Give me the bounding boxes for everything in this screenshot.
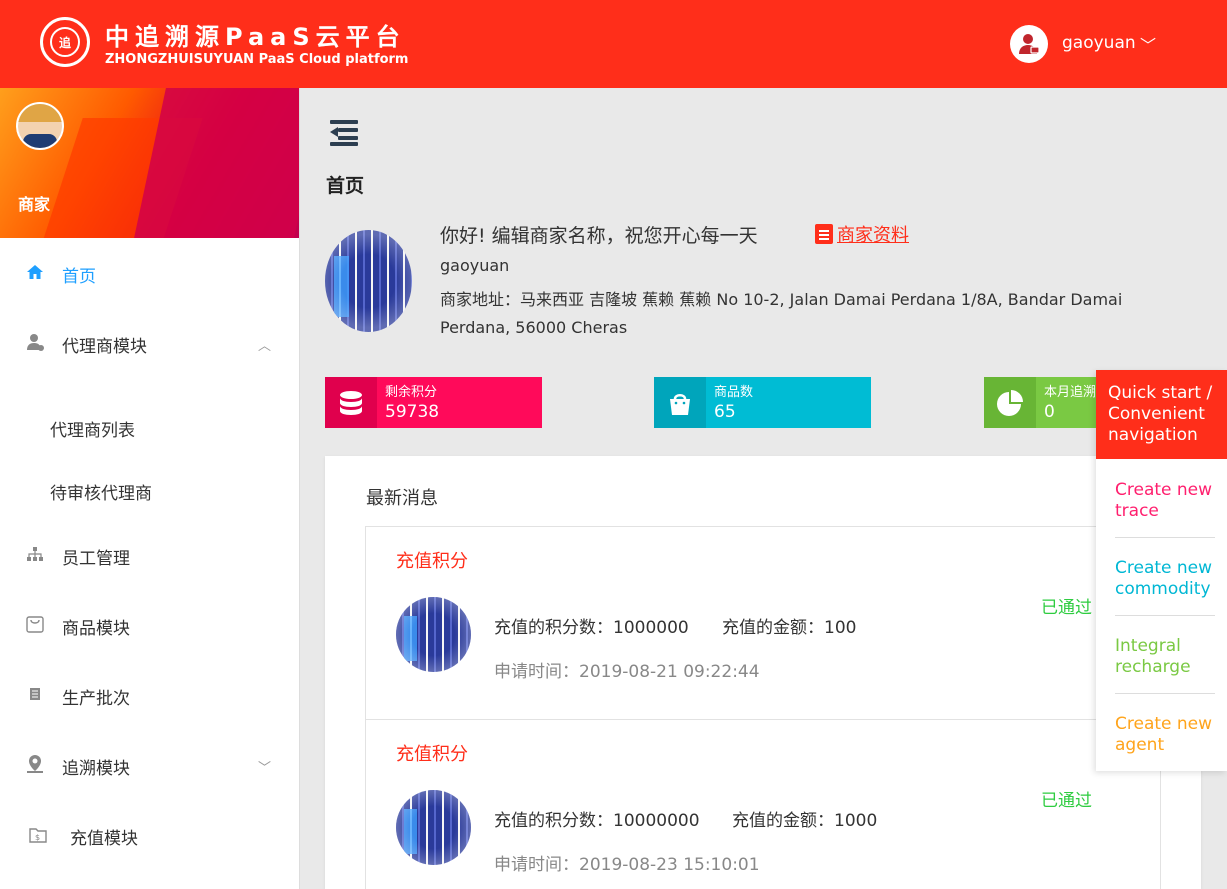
recharge-amount: 充值的金额：1000 — [732, 811, 878, 831]
news-title: 最新消息 — [366, 488, 438, 509]
shopping-bag-icon — [654, 377, 706, 428]
sidebar-item-label: 追溯模块 — [62, 758, 130, 779]
list-item[interactable]: 充值积分 充值的积分数：10000000 充值的金额：1000 申请时间：201… — [366, 720, 1160, 889]
stat-product-count[interactable]: 商品数 65 — [654, 377, 871, 428]
news-avatar — [396, 597, 471, 672]
username[interactable]: gaoyuan — [1062, 33, 1136, 53]
location-icon — [25, 754, 45, 778]
brand-title: 中追溯源PaaS云平台 — [105, 23, 406, 51]
user-icon — [1019, 34, 1040, 54]
divider — [1115, 615, 1215, 616]
sidebar-item-home[interactable]: 首页 — [0, 244, 299, 304]
wallet-icon: $ — [28, 824, 48, 848]
divider — [1115, 537, 1215, 538]
shopping-bag-icon — [25, 614, 45, 638]
org-chart-icon — [25, 545, 45, 567]
home-icon — [25, 263, 45, 285]
user-role: 商家 — [18, 195, 51, 214]
quick-create-agent-link[interactable]: Create new agent — [1115, 714, 1215, 756]
news-type: 充值积分 — [396, 551, 468, 572]
news-avatar — [396, 790, 471, 865]
sidebar-item-staff[interactable]: 员工管理 — [0, 526, 299, 586]
user-avatar-icon[interactable] — [1010, 25, 1048, 63]
merchant-name: gaoyuan — [440, 256, 510, 275]
sidebar-banner: 商家 — [0, 88, 299, 238]
sidebar-item-label: 充值模块 — [70, 828, 138, 849]
menu-collapse-icon[interactable] — [330, 120, 360, 146]
sidebar: 商家 首页 代理商模块 ︿ 代理商列表 待审核代理商 员工管理 商品模块 生产批… — [0, 88, 300, 889]
sidebar-item-products[interactable]: 商品模块 — [0, 596, 299, 656]
divider — [1115, 693, 1215, 694]
stat-remaining-points[interactable]: 剩余积分 59738 — [325, 377, 542, 428]
stat-value: 65 — [714, 402, 736, 422]
greeting-text: 你好! 编辑商家名称，祝您开心每一天 — [440, 225, 758, 247]
quick-create-trace-link[interactable]: Create new trace — [1115, 480, 1215, 522]
sidebar-subitem-agent-list[interactable]: 代理商列表 — [50, 416, 135, 441]
stat-label: 本月追溯 — [1044, 385, 1097, 400]
quick-nav-title: Quick start / Convenient navigation — [1096, 370, 1227, 459]
chevron-up-icon[interactable]: ︿ — [258, 335, 271, 354]
sidebar-item-label: 员工管理 — [62, 548, 130, 569]
pie-chart-icon — [984, 377, 1036, 428]
quick-nav-panel: Quick start / Convenient navigation Crea… — [1096, 370, 1227, 771]
merchant-profile-link[interactable]: 商家资料 — [815, 221, 909, 247]
recharge-amount: 充值的金额：100 — [722, 618, 857, 638]
apply-time: 申请时间：2019-08-23 15:10:01 — [494, 855, 760, 875]
sidebar-item-label: 首页 — [62, 266, 96, 287]
svg-text:$: $ — [35, 833, 40, 842]
logo-icon[interactable]: 追 — [40, 17, 90, 67]
stat-value: 0 — [1044, 402, 1055, 422]
news-list: 充值积分 充值的积分数：1000000 充值的金额：100 申请时间：2019-… — [365, 526, 1161, 889]
database-icon — [325, 377, 377, 428]
sidebar-item-recharge[interactable]: $ 充值模块 — [0, 806, 299, 866]
recharge-points: 充值的积分数：10000000 — [494, 811, 700, 831]
logo-mark: 追 — [50, 27, 80, 57]
brand-subtitle: ZHONGZHUISUYUAN PaaS Cloud platform — [105, 52, 409, 67]
sidebar-item-agents[interactable]: 代理商模块 ︿ — [0, 314, 299, 374]
merchant-avatar — [325, 230, 412, 332]
avatar[interactable] — [16, 102, 64, 150]
agent-icon — [25, 332, 45, 356]
page-title: 首页 — [326, 175, 365, 197]
sidebar-item-label: 生产批次 — [62, 688, 130, 709]
merchant-address: 商家地址：马来西亚 吉隆坡 蕉赖 蕉赖 No 10-2, Jalan Damai… — [440, 290, 1123, 337]
merchant-profile-link-label: 商家资料 — [837, 225, 909, 246]
chevron-down-icon[interactable]: ﹀ — [258, 757, 271, 776]
apply-time: 申请时间：2019-08-21 09:22:44 — [494, 662, 760, 682]
stat-label: 剩余积分 — [385, 385, 438, 400]
quick-create-commodity-link[interactable]: Create new commodity — [1115, 558, 1215, 600]
stat-label: 商品数 — [714, 385, 754, 400]
sidebar-subitem-pending-agents[interactable]: 待审核代理商 — [50, 479, 152, 504]
chevron-down-icon[interactable]: ﹀ — [1140, 32, 1156, 56]
batch-icon — [25, 686, 45, 706]
sidebar-item-label: 代理商模块 — [62, 336, 147, 357]
sidebar-item-label: 商品模块 — [62, 618, 130, 639]
news-type: 充值积分 — [396, 744, 468, 765]
top-header: 追 中追溯源PaaS云平台 ZHONGZHUISUYUAN PaaS Cloud… — [0, 0, 1227, 88]
latest-news-panel: 最新消息 充值积分 充值的积分数：1000000 充值的金额：100 申请时间：… — [325, 456, 1201, 889]
recharge-points: 充值的积分数：1000000 — [494, 618, 689, 638]
status-badge: 已通过 — [1041, 791, 1092, 811]
status-badge: 已通过 — [1041, 598, 1092, 618]
sidebar-item-batches[interactable]: 生产批次 — [0, 666, 299, 726]
list-item[interactable]: 充值积分 充值的积分数：1000000 充值的金额：100 申请时间：2019-… — [366, 527, 1160, 720]
document-icon — [815, 224, 833, 244]
quick-integral-recharge-link[interactable]: Integral recharge — [1115, 636, 1215, 678]
sidebar-item-trace[interactable]: 追溯模块 ﹀ — [0, 736, 299, 796]
stat-value: 59738 — [385, 402, 440, 422]
